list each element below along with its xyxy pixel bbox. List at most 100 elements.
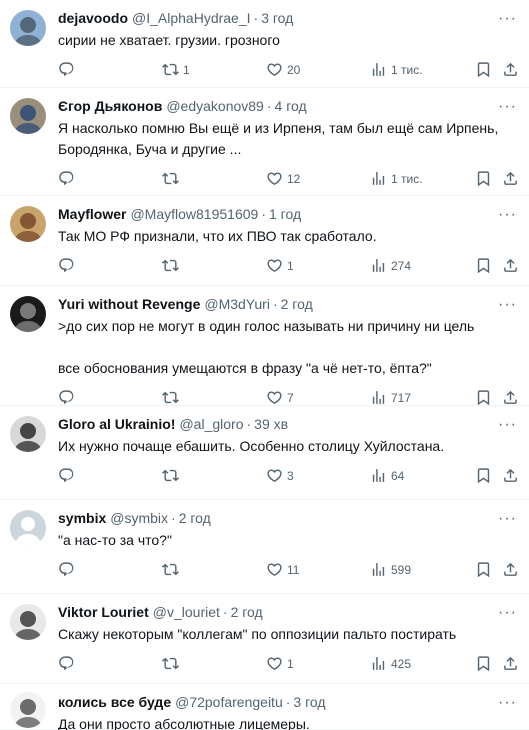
- display-name[interactable]: symbix: [58, 509, 106, 527]
- more-icon[interactable]: ···: [498, 207, 517, 223]
- display-name[interactable]: Єгор Дьяконов: [58, 97, 162, 115]
- user-handle[interactable]: @I_AlphaHydrae_I: [132, 9, 251, 27]
- views-button[interactable]: 274: [370, 257, 411, 274]
- avatar[interactable]: [10, 510, 46, 546]
- reply-tweet-kolys[interactable]: колись все буде @72pofarengeitu · 3 год ··· Д…: [0, 684, 529, 730]
- avatar[interactable]: [10, 692, 46, 728]
- like-button[interactable]: 7: [266, 389, 294, 406]
- display-name[interactable]: Gloro al Ukrainio!: [58, 415, 175, 433]
- bookmark-icon: [475, 61, 492, 78]
- user-handle[interactable]: @Mayflow81951609: [130, 205, 258, 223]
- heart-icon: [266, 467, 283, 484]
- user-handle[interactable]: @al_gloro: [179, 415, 243, 433]
- avatar[interactable]: [10, 416, 46, 452]
- tweet-text-line: Я насколько помню Вы ещё и из Ирпеня, та…: [58, 120, 499, 136]
- share-button[interactable]: [502, 655, 519, 672]
- more-icon[interactable]: ···: [498, 417, 517, 433]
- share-icon: [502, 389, 519, 406]
- share-button[interactable]: [502, 257, 519, 274]
- avatar[interactable]: [10, 604, 46, 640]
- share-button[interactable]: [502, 389, 519, 406]
- share-button[interactable]: [502, 561, 519, 578]
- display-name[interactable]: Viktor Louriet: [58, 603, 149, 621]
- user-handle[interactable]: @72pofarengeitu: [175, 693, 283, 711]
- timestamp[interactable]: 3 год: [261, 9, 293, 27]
- analytics-icon: [370, 655, 387, 672]
- timestamp[interactable]: 2 год: [281, 295, 313, 313]
- views-button[interactable]: 64: [370, 467, 404, 484]
- more-icon[interactable]: ···: [498, 511, 517, 527]
- avatar[interactable]: [10, 10, 46, 46]
- views-button[interactable]: 717: [370, 389, 411, 406]
- retweet-button[interactable]: [162, 655, 183, 672]
- reply-button[interactable]: [58, 61, 79, 78]
- user-handle[interactable]: @M3dYuri: [204, 295, 270, 313]
- retweet-button[interactable]: [162, 257, 183, 274]
- bookmark-button[interactable]: [475, 467, 492, 484]
- display-name[interactable]: Mayflower: [58, 205, 126, 223]
- display-name[interactable]: колись все буде: [58, 693, 171, 711]
- reply-tweet-yegor[interactable]: Єгор Дьяконов @edyakonov89 · 4 год ··· Я наск…: [0, 88, 529, 196]
- share-button[interactable]: [502, 61, 519, 78]
- reply-button[interactable]: [58, 257, 79, 274]
- timestamp[interactable]: 1 год: [269, 205, 301, 223]
- share-button[interactable]: [502, 467, 519, 484]
- more-icon[interactable]: ···: [498, 11, 517, 27]
- analytics-icon: [370, 170, 387, 187]
- reply-tweet-yuri[interactable]: Yuri without Revenge @M3dYuri · 2 год ··· >до…: [0, 286, 529, 406]
- bookmark-button[interactable]: [475, 389, 492, 406]
- timestamp[interactable]: 39 хв: [254, 415, 288, 433]
- views-button[interactable]: 425: [370, 655, 411, 672]
- timestamp[interactable]: 4 год: [275, 97, 307, 115]
- bookmark-button[interactable]: [475, 655, 492, 672]
- reply-button[interactable]: [58, 467, 79, 484]
- reply-tweet-mayflower[interactable]: Mayflower @Mayflow81951609 · 1 год ··· Так МО…: [0, 196, 529, 286]
- retweet-button[interactable]: [162, 467, 183, 484]
- retweet-button[interactable]: [162, 389, 183, 406]
- timestamp[interactable]: 2 год: [179, 509, 211, 527]
- timestamp[interactable]: 3 год: [293, 693, 325, 711]
- like-button[interactable]: 1: [266, 655, 294, 672]
- more-icon[interactable]: ···: [498, 297, 517, 313]
- reply-tweet-viktor[interactable]: Viktor Louriet @v_louriet · 2 год ··· Скажу н…: [0, 594, 529, 684]
- display-name[interactable]: Yuri without Revenge: [58, 295, 200, 313]
- like-button[interactable]: 12: [266, 170, 300, 187]
- reply-tweet-gloro[interactable]: Gloro al Ukrainio! @al_gloro · 39 хв ··· Их н…: [0, 406, 529, 500]
- views-button[interactable]: 599: [370, 561, 411, 578]
- more-icon[interactable]: ···: [498, 695, 517, 711]
- tweet-text-line: "а нас-то за что?": [58, 532, 172, 548]
- reply-button[interactable]: [58, 561, 79, 578]
- reply-button[interactable]: [58, 655, 79, 672]
- views-button[interactable]: 1 тис.: [370, 61, 423, 78]
- reply-tweet-symbix[interactable]: symbix @symbix · 2 год ··· "а нас-то за что?"…: [0, 500, 529, 594]
- user-handle[interactable]: @v_louriet: [153, 603, 220, 621]
- user-handle[interactable]: @edyakonov89: [166, 97, 264, 115]
- reply-button[interactable]: [58, 170, 79, 187]
- views-button[interactable]: 1 тис.: [370, 170, 423, 187]
- retweet-button[interactable]: [162, 561, 183, 578]
- avatar[interactable]: [10, 98, 46, 134]
- like-button[interactable]: 3: [266, 467, 294, 484]
- more-icon[interactable]: ···: [498, 605, 517, 621]
- bookmark-button[interactable]: [475, 170, 492, 187]
- user-handle[interactable]: @symbix: [110, 509, 168, 527]
- like-button[interactable]: 1: [266, 257, 294, 274]
- reply-tweet-dejavoodo[interactable]: dejavoodo @I_AlphaHydrae_I · 3 год ··· сирии …: [0, 0, 529, 88]
- display-name[interactable]: dejavoodo: [58, 9, 128, 27]
- more-icon[interactable]: ···: [498, 99, 517, 115]
- bookmark-button[interactable]: [475, 257, 492, 274]
- like-button[interactable]: 20: [266, 61, 300, 78]
- tweet-header: Єгор Дьяконов @edyakonov89 · 4 год: [58, 97, 517, 115]
- retweet-button[interactable]: 1: [162, 61, 190, 78]
- like-button[interactable]: 11: [266, 561, 299, 578]
- views-count: 1 тис.: [391, 171, 423, 186]
- avatar[interactable]: [10, 206, 46, 242]
- timestamp[interactable]: 2 год: [231, 603, 263, 621]
- reply-icon: [58, 170, 75, 187]
- avatar[interactable]: [10, 296, 46, 332]
- bookmark-button[interactable]: [475, 561, 492, 578]
- bookmark-button[interactable]: [475, 61, 492, 78]
- retweet-button[interactable]: [162, 170, 183, 187]
- share-button[interactable]: [502, 170, 519, 187]
- reply-button[interactable]: [58, 389, 79, 406]
